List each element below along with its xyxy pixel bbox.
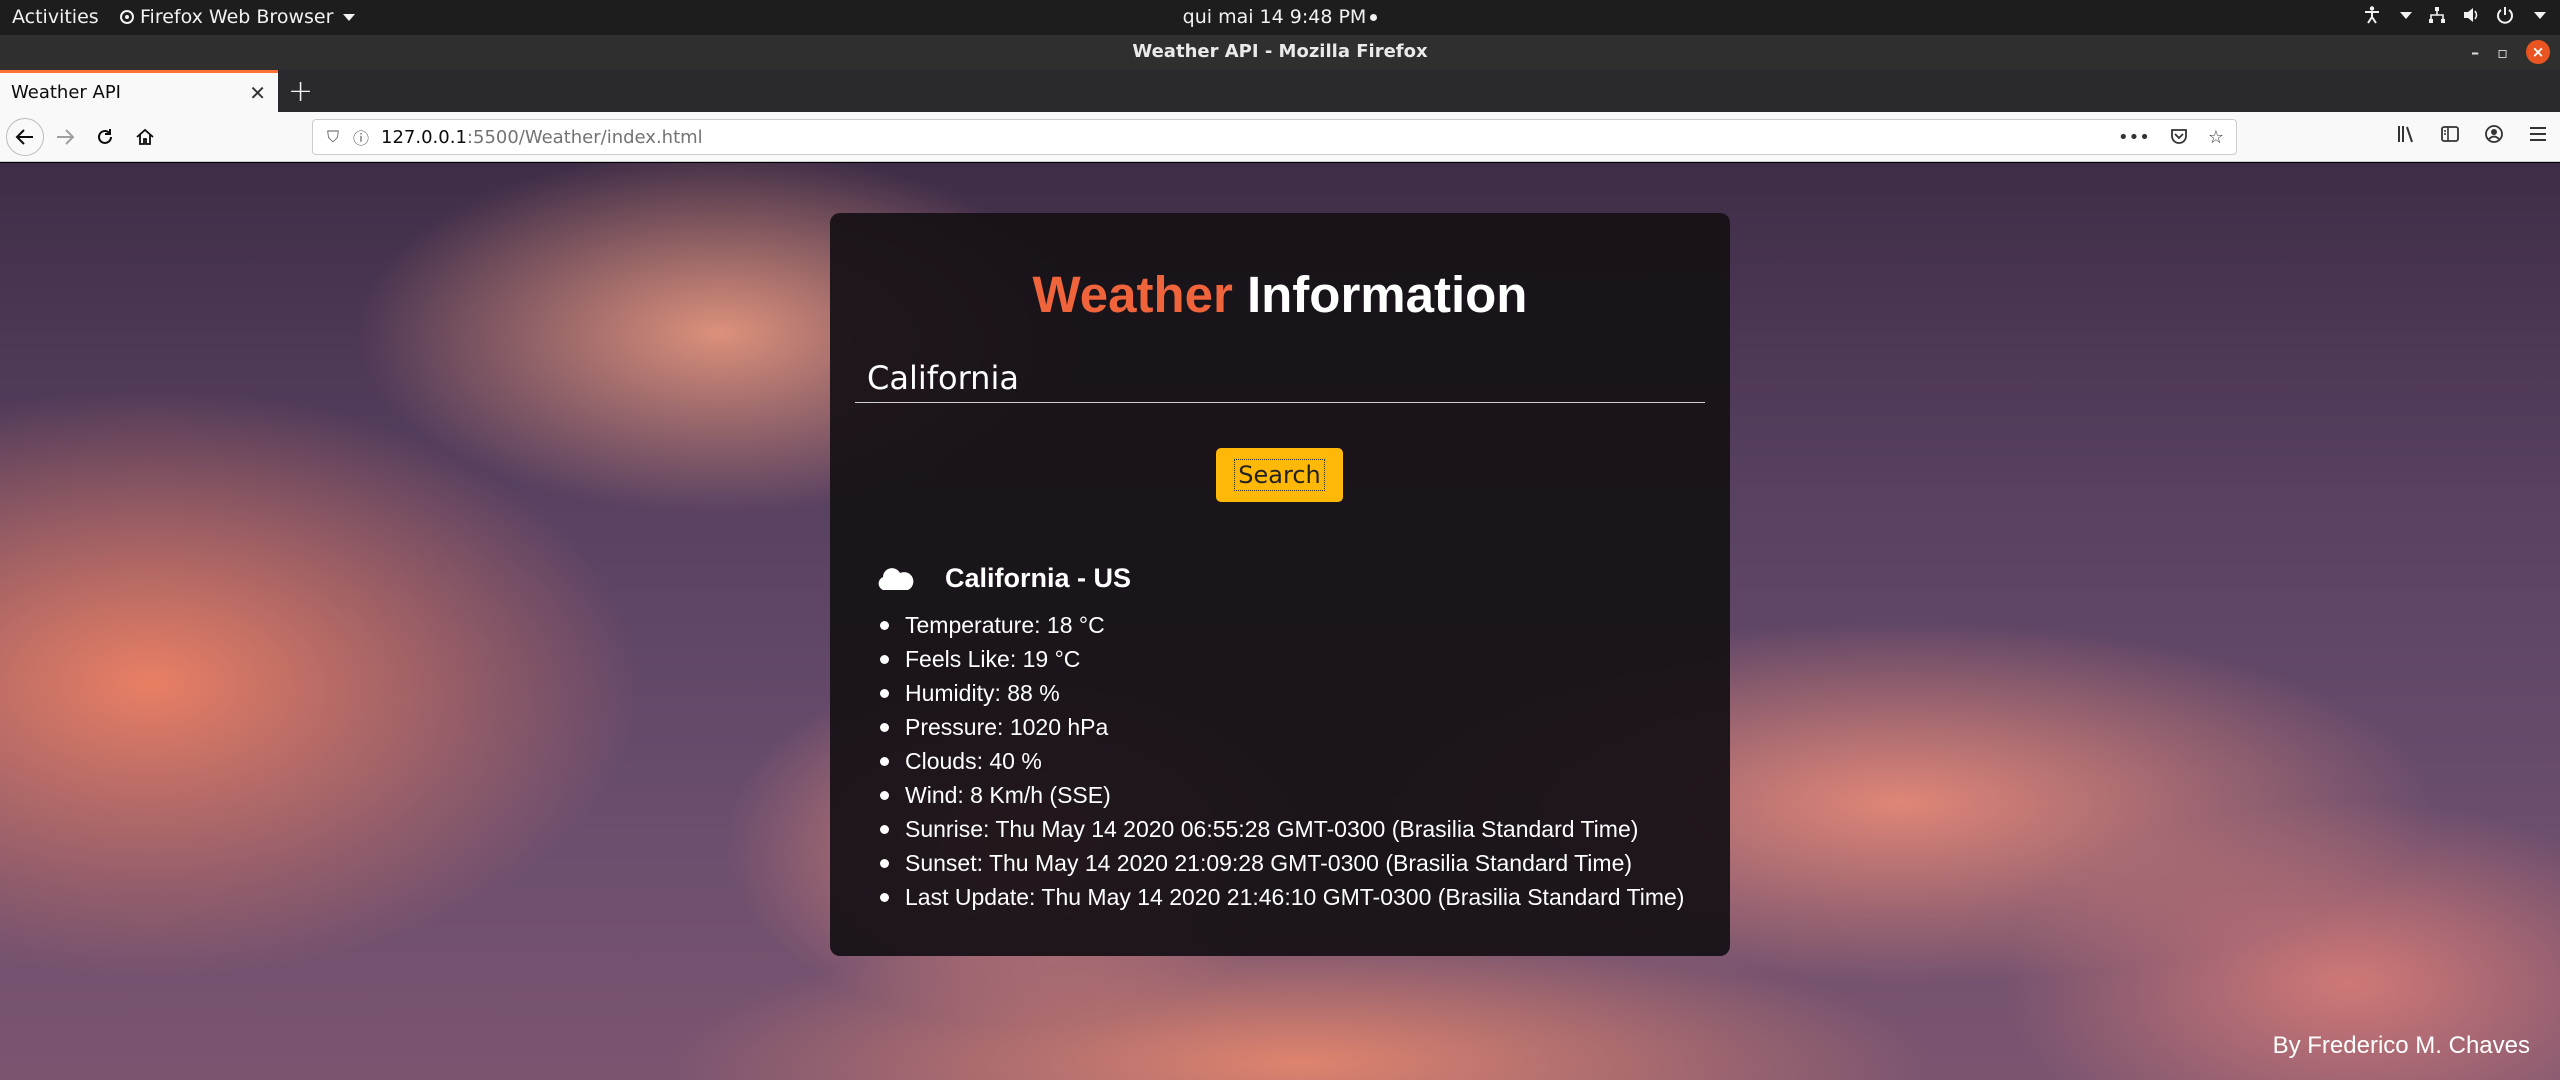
back-button[interactable]: [6, 118, 44, 156]
detail-feels-like: Feels Like: 19 °C: [875, 642, 1695, 676]
system-tray[interactable]: [2364, 6, 2546, 24]
arrow-left-icon: [15, 129, 33, 145]
title-rest: Information: [1232, 266, 1528, 323]
detail-clouds: Clouds: 40 %: [875, 744, 1695, 778]
detail-last-update: Last Update: Thu May 14 2020 21:46:10 GM…: [875, 880, 1695, 914]
result-header: California - US: [875, 563, 1695, 594]
weather-details-list: Temperature: 18 °C Feels Like: 19 °C Hum…: [875, 608, 1695, 914]
tab-strip: Weather API ✕ +: [0, 70, 2560, 112]
new-tab-icon[interactable]: +: [288, 74, 313, 109]
window-title-bar: Weather API - Mozilla Firefox – ▫ ×: [0, 35, 2560, 70]
detail-pressure: Pressure: 1020 hPa: [875, 710, 1695, 744]
tab-label: Weather API: [11, 82, 121, 103]
result-location: California - US: [945, 563, 1132, 593]
toolbar-right: [2396, 124, 2548, 144]
minimize-icon[interactable]: –: [2471, 43, 2479, 62]
detail-sunrise: Sunrise: Thu May 14 2020 06:55:28 GMT-03…: [875, 812, 1695, 846]
pocket-icon[interactable]: [2170, 127, 2188, 145]
hamburger-menu-icon[interactable]: [2528, 124, 2548, 144]
volume-icon[interactable]: [2462, 6, 2480, 24]
weather-result: California - US Temperature: 18 °C Feels…: [875, 563, 1695, 914]
restore-icon[interactable]: ▫: [2497, 43, 2508, 62]
navigation-bar: ⛉ ⓘ 127.0.0.1:5500/Weather/index.html ••…: [0, 112, 2560, 162]
bookmark-star-icon[interactable]: ☆: [2208, 127, 2224, 148]
city-search-input[interactable]: [855, 353, 1705, 403]
system-top-bar: Activities Firefox Web Browser qui mai 1…: [0, 0, 2560, 35]
home-icon: [136, 128, 154, 145]
chevron-down-icon: [2534, 11, 2546, 19]
close-window-icon[interactable]: ×: [2526, 40, 2550, 64]
clock[interactable]: qui mai 14 9:48 PM: [0, 6, 2560, 28]
url-bar[interactable]: ⛉ ⓘ 127.0.0.1:5500/Weather/index.html ••…: [312, 119, 2237, 155]
detail-humidity: Humidity: 88 %: [875, 676, 1695, 710]
tab-close-icon[interactable]: ✕: [249, 81, 266, 105]
author-credit: By Frederico M. Chaves: [2272, 1032, 2530, 1059]
power-icon[interactable]: [2496, 6, 2514, 24]
window-title: Weather API - Mozilla Firefox: [1132, 41, 1428, 62]
reload-icon: [98, 129, 112, 144]
reload-button[interactable]: [88, 120, 122, 154]
accessibility-icon[interactable]: [2364, 6, 2380, 24]
notification-dot-icon: [1370, 14, 1378, 21]
home-button[interactable]: [128, 120, 162, 154]
title-accent: Weather: [1032, 266, 1233, 323]
tab-weather-api[interactable]: Weather API ✕: [0, 70, 278, 112]
account-icon[interactable]: [2484, 124, 2504, 144]
detail-temperature: Temperature: 18 °C: [875, 608, 1695, 642]
page-title: Weather Information: [830, 265, 1730, 324]
forward-button[interactable]: [48, 120, 82, 154]
url-path: :5500/Weather/index.html: [466, 126, 703, 148]
cloud-icon: [878, 567, 914, 590]
search-button[interactable]: Search: [1216, 448, 1343, 502]
site-info-icon[interactable]: ⓘ: [353, 125, 369, 149]
library-icon[interactable]: [2396, 124, 2416, 144]
search-button-label: Search: [1234, 459, 1325, 491]
window-controls: – ▫ ×: [2471, 40, 2550, 64]
clock-text: qui mai 14 9:48 PM: [1182, 6, 1367, 28]
arrow-right-icon: [57, 129, 75, 145]
page-actions-icon[interactable]: •••: [2118, 127, 2150, 148]
page-content: Weather Information Search California - …: [0, 163, 2560, 1080]
tracking-shield-icon[interactable]: ⛉: [327, 127, 339, 147]
detail-sunset: Sunset: Thu May 14 2020 21:09:28 GMT-030…: [875, 846, 1695, 880]
chevron-down-icon: [2400, 11, 2412, 19]
url-host: 127.0.0.1: [381, 126, 467, 148]
weather-card: Weather Information Search California - …: [830, 213, 1730, 956]
sidebar-icon[interactable]: [2440, 124, 2460, 144]
detail-wind: Wind: 8 Km/h (SSE): [875, 778, 1695, 812]
network-icon[interactable]: [2428, 6, 2446, 24]
url-actions: ••• ☆: [2118, 127, 2224, 148]
